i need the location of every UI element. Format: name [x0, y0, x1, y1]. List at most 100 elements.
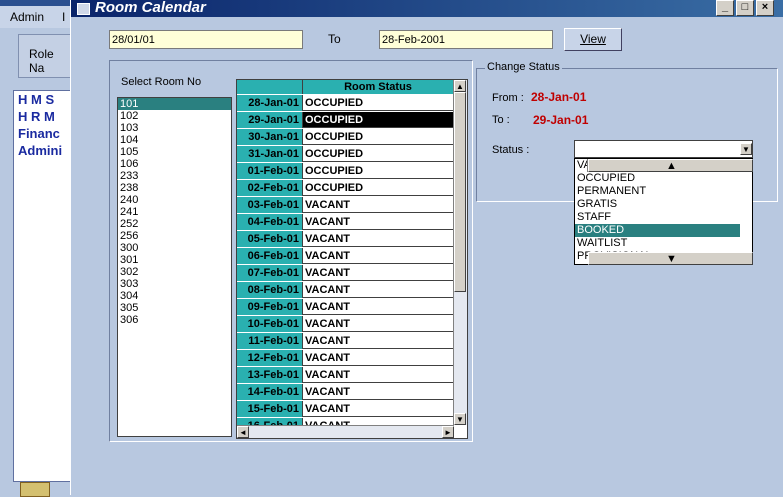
row-status[interactable]: OCCUPIED — [303, 112, 453, 128]
grid-header-status: Room Status — [303, 80, 453, 94]
table-row[interactable]: 30-Jan-01 OCCUPIED — [237, 129, 453, 146]
close-button[interactable]: × — [756, 0, 774, 16]
room-list-item[interactable]: 256 — [118, 230, 231, 242]
table-row[interactable]: 03-Feb-01 VACANT — [237, 197, 453, 214]
scroll-down-icon[interactable]: ▼ — [454, 413, 466, 425]
table-row[interactable]: 07-Feb-01 VACANT — [237, 265, 453, 282]
status-option[interactable]: BOOKED — [575, 224, 740, 237]
scroll-up-icon[interactable]: ▲ — [588, 159, 753, 172]
row-status[interactable]: OCCUPIED — [303, 129, 453, 145]
menu-item-partial[interactable]: I — [62, 10, 65, 24]
table-row[interactable]: 28-Jan-01 OCCUPIED — [237, 95, 453, 112]
room-list-item[interactable]: 103 — [118, 122, 231, 134]
dialog-title-bar[interactable]: Room Calendar _ □ × — [71, 0, 783, 17]
room-list-item[interactable]: 305 — [118, 302, 231, 314]
module-item[interactable]: Admini — [14, 142, 71, 159]
table-row[interactable]: 06-Feb-01 VACANT — [237, 248, 453, 265]
view-button-label: View — [580, 32, 606, 46]
table-row[interactable]: 12-Feb-01 VACANT — [237, 350, 453, 367]
row-status[interactable]: VACANT — [303, 214, 453, 230]
status-combobox[interactable]: ▼ — [574, 140, 753, 158]
table-row[interactable]: 05-Feb-01 VACANT — [237, 231, 453, 248]
menu-admin[interactable]: Admin — [10, 10, 44, 24]
maximize-button[interactable]: □ — [736, 0, 754, 16]
table-row[interactable]: 11-Feb-01 VACANT — [237, 333, 453, 350]
scroll-thumb[interactable] — [454, 92, 466, 292]
grid-vertical-scrollbar[interactable]: ▲ ▼ — [453, 80, 467, 425]
table-row[interactable]: 04-Feb-01 VACANT — [237, 214, 453, 231]
status-option[interactable]: WAITLIST — [575, 237, 740, 250]
room-list-item[interactable]: 302 — [118, 266, 231, 278]
room-list-item[interactable]: 106 — [118, 158, 231, 170]
chevron-down-icon[interactable]: ▼ — [740, 143, 752, 155]
module-item[interactable]: H R M — [14, 108, 71, 125]
row-status[interactable]: VACANT — [303, 197, 453, 213]
table-row[interactable]: 29-Jan-01 OCCUPIED — [237, 112, 453, 129]
status-dropdown-list[interactable]: VACANTOCCUPIEDPERMANENTGRATISSTAFFBOOKED… — [574, 158, 753, 265]
row-status[interactable]: VACANT — [303, 299, 453, 315]
role-panel: Role Na — [18, 34, 72, 78]
grid-horizontal-scrollbar[interactable]: ◄ ► — [237, 425, 454, 438]
minimize-button[interactable]: _ — [716, 0, 734, 16]
dropdown-scrollbar[interactable]: ▲ ▼ — [587, 159, 753, 265]
room-list-item[interactable]: 238 — [118, 182, 231, 194]
row-date: 13-Feb-01 — [237, 367, 303, 383]
status-option[interactable]: STAFF — [575, 211, 740, 224]
row-status[interactable]: OCCUPIED — [303, 95, 453, 111]
table-row[interactable]: 10-Feb-01 VACANT — [237, 316, 453, 333]
table-row[interactable]: 15-Feb-01 VACANT — [237, 401, 453, 418]
row-status[interactable]: OCCUPIED — [303, 146, 453, 162]
status-option[interactable]: PERMANENT — [575, 185, 740, 198]
room-list-item[interactable]: 306 — [118, 314, 231, 326]
status-option[interactable]: GRATIS — [575, 198, 740, 211]
row-status[interactable]: VACANT — [303, 248, 453, 264]
status-label: Status : — [492, 144, 530, 156]
room-status-grid[interactable]: Room Status 28-Jan-01 OCCUPIED 29-Jan-01 OC… — [236, 79, 468, 439]
room-list-item[interactable]: 252 — [118, 218, 231, 230]
row-status[interactable]: OCCUPIED — [303, 180, 453, 196]
from-date-input[interactable]: 28/01/01 — [109, 30, 303, 49]
module-item[interactable]: Financ — [14, 125, 71, 142]
table-row[interactable]: 01-Feb-01 OCCUPIED — [237, 163, 453, 180]
row-status[interactable]: VACANT — [303, 350, 453, 366]
scroll-left-icon[interactable]: ◄ — [237, 426, 249, 438]
table-row[interactable]: 14-Feb-01 VACANT — [237, 384, 453, 401]
row-status[interactable]: VACANT — [303, 282, 453, 298]
scroll-up-icon[interactable]: ▲ — [454, 80, 466, 92]
table-row[interactable]: 13-Feb-01 VACANT — [237, 367, 453, 384]
status-option[interactable]: OCCUPIED — [575, 172, 740, 185]
to-date-input[interactable]: 28-Feb-2001 — [379, 30, 553, 49]
row-status[interactable]: VACANT — [303, 333, 453, 349]
row-status[interactable]: VACANT — [303, 231, 453, 247]
row-date: 06-Feb-01 — [237, 248, 303, 264]
view-button[interactable]: View — [564, 28, 622, 51]
room-list-item[interactable]: 105 — [118, 146, 231, 158]
room-list-item[interactable]: 101 — [118, 98, 231, 110]
room-list-item[interactable]: 240 — [118, 194, 231, 206]
row-status[interactable]: VACANT — [303, 401, 453, 417]
table-row[interactable]: 02-Feb-01 OCCUPIED — [237, 180, 453, 197]
room-list-item[interactable]: 241 — [118, 206, 231, 218]
table-row[interactable]: 09-Feb-01 VACANT — [237, 299, 453, 316]
row-status[interactable]: VACANT — [303, 384, 453, 400]
room-list[interactable]: 101 102 103 104 105 106 233 238 240 241 252 256 300 3… — [117, 97, 232, 437]
table-row[interactable]: 31-Jan-01 OCCUPIED — [237, 146, 453, 163]
table-row[interactable]: 08-Feb-01 VACANT — [237, 282, 453, 299]
row-status[interactable]: VACANT — [303, 265, 453, 281]
row-status[interactable]: VACANT — [303, 316, 453, 332]
scroll-down-icon[interactable]: ▼ — [588, 252, 753, 265]
row-status[interactable]: VACANT — [303, 367, 453, 383]
room-list-item[interactable]: 300 — [118, 242, 231, 254]
to-label: To — [328, 32, 341, 46]
row-status[interactable]: OCCUPIED — [303, 163, 453, 179]
room-list-item[interactable]: 233 — [118, 170, 231, 182]
room-list-item[interactable]: 104 — [118, 134, 231, 146]
room-list-item[interactable]: 304 — [118, 290, 231, 302]
scroll-right-icon[interactable]: ► — [442, 426, 454, 438]
module-item[interactable]: H M S — [14, 91, 71, 108]
row-date: 01-Feb-01 — [237, 163, 303, 179]
room-list-item[interactable]: 102 — [118, 110, 231, 122]
room-list-item[interactable]: 301 — [118, 254, 231, 266]
row-date: 09-Feb-01 — [237, 299, 303, 315]
room-list-item[interactable]: 303 — [118, 278, 231, 290]
